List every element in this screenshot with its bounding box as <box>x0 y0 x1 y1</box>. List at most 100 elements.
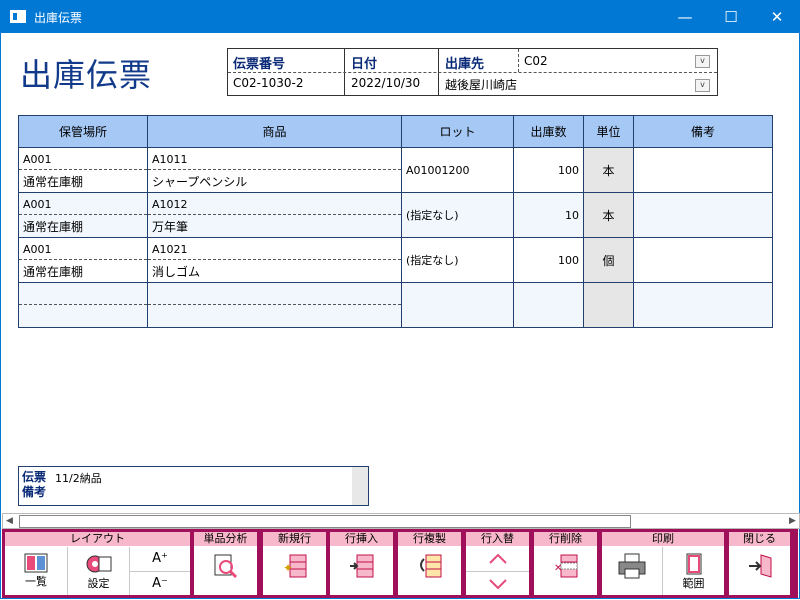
location-code[interactable] <box>19 283 147 305</box>
lot-cell[interactable]: (指定なし) <box>402 193 513 237</box>
item-grid: 保管場所 商品 ロット 出庫数 単位 備考 A001 通常在庫棚 A1011 シャー… <box>18 115 773 328</box>
note-cell[interactable] <box>634 148 772 192</box>
font-up-button[interactable]: A⁺ <box>130 547 190 571</box>
page-title: 出庫伝票 <box>20 56 153 94</box>
location-name[interactable] <box>19 306 147 327</box>
print-button[interactable] <box>602 547 662 595</box>
table-row[interactable]: A001 通常在庫棚 A1012 万年筆 (指定なし) 10 本 <box>18 192 773 238</box>
maximize-button[interactable]: ☐ <box>708 0 754 33</box>
col-unit[interactable]: 単位 <box>583 115 634 148</box>
swap-row-group: 行入替 <box>466 532 529 595</box>
item-name[interactable] <box>148 306 401 327</box>
unit-cell: 個 <box>584 238 633 282</box>
scroll-left-icon[interactable]: ◀ <box>3 514 16 528</box>
insert-row-label: 行挿入 <box>330 532 393 546</box>
location-code[interactable]: A001 <box>19 193 147 215</box>
minimize-button[interactable]: — <box>662 0 708 33</box>
note-cell[interactable] <box>634 238 772 282</box>
close-window-button[interactable]: ✕ <box>754 0 800 33</box>
date-field[interactable]: 2022/10/30 <box>351 76 420 90</box>
col-item[interactable]: 商品 <box>147 115 402 148</box>
list-button[interactable]: 一覧 <box>5 547 67 595</box>
location-name[interactable]: 通常在庫棚 <box>19 171 147 192</box>
memo-field[interactable]: 11/2納品 <box>55 470 102 486</box>
scroll-right-icon[interactable]: ▶ <box>786 514 799 528</box>
dest-code-field[interactable]: C02 <box>524 54 548 68</box>
lot-cell[interactable] <box>402 283 513 327</box>
close-button[interactable] <box>729 547 790 595</box>
magnifier-icon <box>214 554 237 579</box>
delete-row-button[interactable]: ✕ <box>534 547 597 595</box>
settings-icon <box>86 555 111 573</box>
dest-code-dropdown-icon[interactable]: v <box>695 55 710 68</box>
delete-row-icon: ✕ <box>554 554 577 578</box>
table-row[interactable]: A001 通常在庫棚 A1011 シャープペンシル A01001200 100 本 <box>18 147 773 193</box>
window-title: 出庫伝票 <box>34 11 83 25</box>
range-label: 範囲 <box>682 577 705 590</box>
arrow-up-icon <box>488 553 507 564</box>
print-range-button[interactable]: 範囲 <box>663 547 724 595</box>
font-down-button[interactable]: A⁻ <box>130 572 190 595</box>
print-range-icon <box>686 553 701 575</box>
lot-cell[interactable]: A01001200 <box>402 148 513 192</box>
settings-button[interactable]: 設定 <box>68 547 129 595</box>
title-bar: 出庫伝票 — ☐ ✕ <box>0 0 800 33</box>
new-row-group: 新規行 ✦ <box>263 532 326 595</box>
dest-name-field[interactable]: 越後屋川崎店 <box>445 76 517 93</box>
slip-no-label: 伝票番号 <box>233 57 286 72</box>
qty-cell[interactable] <box>514 283 583 327</box>
insert-row-button[interactable] <box>330 547 393 595</box>
scroll-thumb[interactable] <box>19 515 631 528</box>
date-label: 日付 <box>351 57 378 72</box>
new-row-button[interactable]: ✦ <box>263 547 326 595</box>
location-code[interactable]: A001 <box>19 148 147 170</box>
col-note[interactable]: 備考 <box>633 115 773 148</box>
item-name[interactable]: 万年筆 <box>148 216 401 237</box>
exit-door-icon <box>748 554 771 578</box>
location-code[interactable]: A001 <box>19 238 147 260</box>
print-group: 印刷 範囲 <box>602 532 724 595</box>
settings-label: 設定 <box>87 577 110 590</box>
item-code[interactable]: A1011 <box>148 148 401 170</box>
close-label: 閉じる <box>729 532 790 546</box>
move-up-button[interactable] <box>466 547 529 571</box>
slip-no-field[interactable]: C02-1030-2 <box>233 76 303 90</box>
item-code[interactable]: A1021 <box>148 238 401 260</box>
note-cell[interactable] <box>634 193 772 237</box>
analysis-label: 単品分析 <box>194 532 257 546</box>
delete-row-group: 行削除 ✕ <box>534 532 597 595</box>
horizontal-scrollbar[interactable]: ◀ ▶ <box>2 513 800 529</box>
qty-cell[interactable]: 100 <box>514 148 583 192</box>
col-lot[interactable]: ロット <box>401 115 514 148</box>
memo-scrollbar[interactable] <box>352 467 368 505</box>
insert-row-group: 行挿入 <box>330 532 393 595</box>
print-label: 印刷 <box>602 532 724 546</box>
item-code[interactable] <box>148 283 401 305</box>
copy-row-icon <box>419 554 441 578</box>
list-view-icon <box>24 553 48 573</box>
table-row[interactable] <box>18 282 773 328</box>
lot-cell[interactable]: (指定なし) <box>402 238 513 282</box>
qty-cell[interactable]: 100 <box>514 238 583 282</box>
item-code[interactable]: A1012 <box>148 193 401 215</box>
table-row[interactable]: A001 通常在庫棚 A1021 消しゴム (指定なし) 100 個 <box>18 237 773 283</box>
location-name[interactable]: 通常在庫棚 <box>19 261 147 282</box>
analysis-button[interactable] <box>194 547 257 595</box>
col-location[interactable]: 保管場所 <box>18 115 148 148</box>
delete-row-label: 行削除 <box>534 532 597 546</box>
location-name[interactable]: 通常在庫棚 <box>19 216 147 237</box>
swap-row-label: 行入替 <box>466 532 529 546</box>
new-row-icon: ✦ <box>283 554 306 578</box>
move-down-button[interactable] <box>466 572 529 595</box>
qty-cell[interactable]: 10 <box>514 193 583 237</box>
note-cell[interactable] <box>634 283 772 327</box>
copy-row-button[interactable] <box>398 547 461 595</box>
col-qty[interactable]: 出庫数 <box>513 115 584 148</box>
layout-group-label: レイアウト <box>5 532 190 546</box>
dest-name-dropdown-icon[interactable]: v <box>695 79 710 92</box>
item-name[interactable]: 消しゴム <box>148 261 401 282</box>
unit-cell <box>584 283 633 327</box>
toolbar: レイアウト 一覧 設定 A⁺ A⁻ 単品分析 新規行 ✦ 行挿入 行複製 行入替… <box>2 529 798 598</box>
item-name[interactable]: シャープペンシル <box>148 171 401 192</box>
list-label: 一覧 <box>25 575 47 588</box>
